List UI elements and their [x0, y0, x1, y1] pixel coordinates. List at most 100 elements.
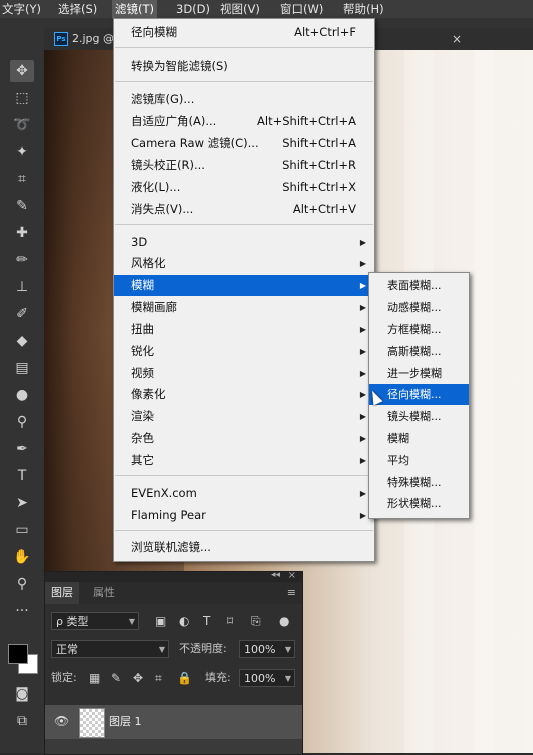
more-tools-icon[interactable]: ··· [10, 600, 34, 622]
filter-toggle-icon[interactable]: ● [279, 612, 289, 630]
menu-item-label: 锐化 [131, 344, 154, 358]
close-panel-icon[interactable]: × [288, 570, 296, 581]
history-brush-icon[interactable]: ✐ [10, 303, 34, 325]
submenu-item-motion-blur[interactable]: 动感模糊... [369, 297, 469, 318]
menu-item-vanishing-point[interactable]: 消失点(V)... Alt+Ctrl+V [114, 199, 374, 220]
menu-item-distort[interactable]: 扭曲 ▶ [114, 319, 374, 340]
menu-item-lens-correction[interactable]: 镜头校正(R)... Shift+Ctrl+R [114, 155, 374, 176]
submenu-arrow-icon: ▶ [359, 325, 366, 334]
submenu-item-smart-blur[interactable]: 特殊模糊... [369, 472, 469, 493]
menu-item-other[interactable]: 其它 ▶ [114, 450, 374, 471]
submenu-item-box-blur[interactable]: 方框模糊... [369, 319, 469, 340]
type-icon[interactable]: T [10, 465, 34, 487]
menu-separator [115, 224, 373, 225]
submenu-item-radial-blur[interactable]: 径向模糊... [369, 384, 469, 405]
menu-item-last-filter[interactable]: 径向模糊 Alt+Ctrl+F [114, 22, 374, 43]
lasso-icon[interactable]: ➰ [10, 114, 34, 136]
menu-item-pixelate[interactable]: 像素化 ▶ [114, 384, 374, 405]
menu-item-blur-gallery[interactable]: 模糊画廊 ▶ [114, 297, 374, 318]
submenu-arrow-icon: ▶ [359, 259, 366, 268]
dodge-icon[interactable]: ⚲ [10, 411, 34, 433]
move-icon[interactable]: ✥ [10, 60, 34, 82]
visibility-eye-icon[interactable]: 👁 [54, 714, 69, 728]
path-select-icon[interactable]: ➤ [10, 492, 34, 514]
submenu-item-gaussian-blur[interactable]: 高斯模糊... [369, 341, 469, 362]
fill-input[interactable]: 100% ▼ [239, 669, 295, 687]
menu-3d[interactable]: 3D(D) [176, 0, 210, 18]
lock-image-icon[interactable]: ✎ [111, 669, 121, 687]
lock-position-icon[interactable]: ✥ [133, 669, 143, 687]
filter-adjustment-icon[interactable]: ◐ [179, 612, 189, 630]
menu-item-flaming-pear[interactable]: Flaming Pear ▶ [114, 505, 374, 526]
lock-all-icon[interactable]: 🔒 [177, 669, 192, 687]
menu-item-camera-raw[interactable]: Camera Raw 滤镜(C)... Shift+Ctrl+A [114, 133, 374, 154]
menu-select[interactable]: 选择(S) [58, 0, 97, 18]
opacity-input[interactable]: 100% ▼ [239, 640, 295, 658]
menu-item-liquify[interactable]: 液化(L)... Shift+Ctrl+X [114, 177, 374, 198]
eyedropper-icon[interactable]: ✎ [10, 195, 34, 217]
submenu-arrow-icon: ▶ [359, 238, 366, 247]
healing-brush-icon[interactable]: ✚ [10, 222, 34, 244]
menu-item-blur[interactable]: 模糊 ▶ [114, 275, 374, 296]
zoom-icon[interactable]: ⚲ [10, 573, 34, 595]
blend-mode-select[interactable]: 正常 ▼ [51, 640, 169, 658]
hand-icon[interactable]: ✋ [10, 546, 34, 568]
menu-item-noise[interactable]: 杂色 ▶ [114, 428, 374, 449]
layer-kind-filter[interactable]: ρ 类型 ▼ [51, 612, 139, 630]
screen-mode-icon[interactable]: ⧉ [10, 710, 34, 732]
panel-menu-icon[interactable]: ≡ [287, 586, 296, 599]
menu-filter[interactable]: 滤镜(T) [112, 0, 157, 18]
menu-item-label: 浏览联机滤镜... [131, 540, 211, 554]
blur-tool-icon[interactable]: ● [10, 384, 34, 406]
menu-view[interactable]: 视图(V) [220, 0, 260, 18]
menu-item-label: 形状模糊... [387, 497, 442, 510]
layer-row[interactable] [45, 739, 302, 754]
gradient-icon[interactable]: ▤ [10, 357, 34, 379]
quick-mask-icon[interactable]: ◙ [10, 683, 34, 705]
filter-smart-object-icon[interactable]: ⎘ [251, 612, 261, 630]
crop-icon[interactable]: ⌗ [10, 168, 34, 190]
submenu-item-blur-more[interactable]: 进一步模糊 [369, 363, 469, 384]
menu-window[interactable]: 窗口(W) [280, 0, 323, 18]
menu-item-evenx[interactable]: EVEnX.com ▶ [114, 483, 374, 504]
magic-wand-icon[interactable]: ✦ [10, 141, 34, 163]
submenu-item-average[interactable]: 平均 [369, 450, 469, 471]
tab-layers[interactable]: 图层 [45, 582, 79, 604]
close-tab-icon[interactable]: × [452, 28, 462, 50]
collapse-panel-icon[interactable]: ◂◂ [271, 570, 280, 580]
rectangle-icon[interactable]: ▭ [10, 519, 34, 541]
menu-item-shortcut: Alt+Ctrl+V [292, 202, 356, 216]
tab-properties[interactable]: 属性 [87, 582, 121, 604]
menu-item-sharpen[interactable]: 锐化 ▶ [114, 341, 374, 362]
pen-icon[interactable]: ✒ [10, 438, 34, 460]
submenu-item-blur[interactable]: 模糊 [369, 428, 469, 449]
document-title: 2.jpg @ [72, 32, 115, 45]
eraser-icon[interactable]: ◆ [10, 330, 34, 352]
submenu-item-surface-blur[interactable]: 表面模糊... [369, 275, 469, 296]
submenu-item-lens-blur[interactable]: 镜头模糊... [369, 406, 469, 427]
menu-item-browse-online-filters[interactable]: 浏览联机滤镜... [114, 537, 374, 558]
submenu-item-shape-blur[interactable]: 形状模糊... [369, 493, 469, 514]
menu-item-render[interactable]: 渲染 ▶ [114, 406, 374, 427]
opacity-label: 不透明度: [179, 642, 227, 655]
filter-type-icon[interactable]: T [203, 612, 210, 630]
brush-icon[interactable]: ✏ [10, 249, 34, 271]
stamp-icon[interactable]: ⊥ [10, 276, 34, 298]
menu-item-video[interactable]: 视频 ▶ [114, 363, 374, 384]
foreground-color-swatch[interactable] [8, 644, 28, 664]
lock-artboard-icon[interactable]: ⌗ [155, 669, 162, 687]
menu-help[interactable]: 帮助(H) [343, 0, 384, 18]
menu-item-stylize[interactable]: 风格化 ▶ [114, 253, 374, 274]
filter-shape-icon[interactable]: ⌑ [227, 612, 233, 630]
layer-row[interactable]: 👁 图层 1 [45, 705, 302, 739]
menu-item-filter-gallery[interactable]: 滤镜库(G)... [114, 89, 374, 110]
lock-transparent-icon[interactable]: ▦ [89, 669, 100, 687]
marquee-icon[interactable]: ⬚ [10, 87, 34, 109]
menu-item-adaptive-wide-angle[interactable]: 自适应广角(A)... Alt+Shift+Ctrl+A [114, 111, 374, 132]
menu-item-convert-smart-filter[interactable]: 转换为智能滤镜(S) [114, 56, 374, 77]
menu-item-3d[interactable]: 3D ▶ [114, 232, 374, 253]
filter-pixel-icon[interactable]: ▣ [155, 612, 166, 630]
document-tab[interactable]: Ps 2.jpg @ [48, 28, 120, 50]
curtain-highlight [474, 50, 494, 753]
menu-type[interactable]: 文字(Y) [2, 0, 41, 18]
